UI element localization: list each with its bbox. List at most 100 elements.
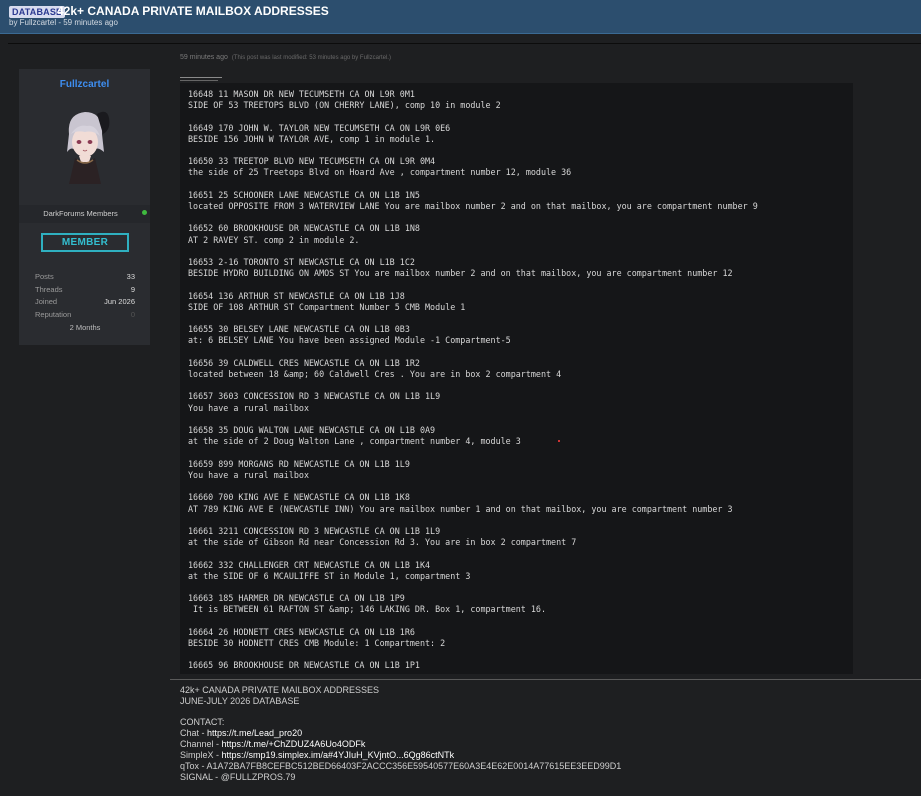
code-line: the side of 25 Treetops Blvd on Hoard Av… xyxy=(188,167,572,178)
contact-signal: SIGNAL - @FULLZPROS.79 xyxy=(180,772,621,783)
footer-title: 42k+ CANADA PRIVATE MAILBOX ADDRESSES xyxy=(180,685,379,695)
chat-link[interactable]: https://t.me/Lead_pro20 xyxy=(207,728,302,738)
contact-label: SimpleX - xyxy=(180,750,222,760)
simplex-link[interactable]: https://smp19.simplex.im/a#4YJIuH_KVjntO… xyxy=(222,750,455,760)
post-timestamp: 59 minutes ago (This post was last modifi… xyxy=(180,54,391,61)
contact-chat: Chat - https://t.me/Lead_pro20 xyxy=(180,728,621,739)
code-line: at the side of Gibson Rd near Concession… xyxy=(188,537,577,548)
author-panel: Fullzcartel DarkForums Members MEMBER Po… xyxy=(19,69,150,345)
contact-qtox: qTox - A1A72BA7FB8CEFBC512BED66403F2ACCC… xyxy=(180,761,621,772)
code-line: 16656 39 CALDWELL CRES NEWCASTLE CA ON L… xyxy=(188,357,420,368)
contact-label: SIGNAL - xyxy=(180,772,221,782)
post-footer: 42k+ CANADA PRIVATE MAILBOX ADDRESSES JU… xyxy=(180,685,621,783)
contact-label: Channel - xyxy=(180,739,222,749)
code-line: at: 6 BELSEY LANE You have been assigned… xyxy=(188,335,511,346)
stat-value[interactable]: 0 xyxy=(131,310,135,319)
code-line: 16661 3211 CONCESSION RD 3 NEWCASTLE CA … xyxy=(188,525,441,536)
code-line: 16650 33 TREETOP BLVD NEW TECUMSETH CA O… xyxy=(188,156,436,167)
contact-label: qTox - xyxy=(180,761,207,771)
contact-label: Chat - xyxy=(180,728,208,738)
post-divider xyxy=(170,679,921,680)
code-line: You have a rural mailbox xyxy=(188,469,310,480)
code-line: 16659 899 MORGANS RD NEWCASTLE CA ON L1B… xyxy=(188,458,410,469)
thread-byline: by Fullzcartel - 59 minutes ago xyxy=(9,18,118,27)
code-line: BESIDE HYDRO BUILDING ON AMOS ST You are… xyxy=(188,268,733,279)
online-status-icon xyxy=(142,210,147,215)
stat-label: Threads xyxy=(35,284,63,294)
footer-subtitle: JUNE-JULY 2026 DATABASE xyxy=(180,696,300,706)
code-line: 16654 136 ARTHUR ST NEWCASTLE CA ON L1B … xyxy=(188,290,405,301)
thread-title: 42k+ CANADA PRIVATE MAILBOX ADDRESSES xyxy=(57,4,329,18)
signal-id: @FULLZPROS.79 xyxy=(220,772,296,782)
contact-simplex: SimpleX - https://smp19.simplex.im/a#4YJ… xyxy=(180,750,621,761)
user-group: DarkForums Members xyxy=(43,209,118,218)
code-line: 16662 332 CHALLENGER CRT NEWCASTLE CA ON… xyxy=(188,559,431,570)
code-line: 16653 2-16 TORONTO ST NEWCASTLE CA ON L1… xyxy=(188,257,415,268)
stat-value: Jun 2026 xyxy=(104,297,135,306)
contact-channel: Channel - https://t.me/+ChZDUZ4A6Uo4ODFk xyxy=(180,739,621,750)
code-line: 16660 700 KING AVE E NEWCASTLE CA ON L1B… xyxy=(188,492,410,503)
channel-link[interactable]: https://t.me/+ChZDUZ4A6Uo4ODFk xyxy=(222,739,366,749)
membership-duration: 2 Months xyxy=(69,323,101,332)
code-line: It is BETWEEN 61 RAFTON ST &amp; 146 LAK… xyxy=(188,604,546,615)
code-line: SIDE OF 108 ARTHUR ST Compartment Number… xyxy=(188,301,466,312)
code-line: 16652 60 BROOKHOUSE DR NEWCASTLE CA ON L… xyxy=(188,223,420,234)
author-username[interactable]: Fullzcartel xyxy=(19,79,150,90)
code-line: 16651 25 SCHOONER LANE NEWCASTLE CA ON L… xyxy=(188,189,420,200)
cursor-dot xyxy=(558,440,560,442)
code-line: 16663 185 HARMER DR NEWCASTLE CA ON L1B … xyxy=(188,593,405,604)
code-block[interactable]: 16648 11 MASON DR NEW TECUMSETH CA ON L9… xyxy=(180,83,853,674)
code-line: 16648 11 MASON DR NEW TECUMSETH CA ON L9… xyxy=(188,89,415,99)
stat-value[interactable]: 33 xyxy=(127,272,135,281)
qtox-id: A1A72BA7FB8CEFBC512BED66403F2ACCC356E595… xyxy=(206,761,622,771)
author-stats: Posts 33 Threads 9 Joined Jun 2026 Reput… xyxy=(35,272,135,335)
code-line: AT 789 KING AVE E (NEWCASTLE INN) You ar… xyxy=(188,503,733,514)
stat-posts: Posts 33 xyxy=(35,272,135,285)
code-line: SIDE OF 53 TREETOPS BLVD (ON CHERRY LANE… xyxy=(188,100,501,111)
code-line: at the side of 2 Doug Walton Lane , comp… xyxy=(188,436,521,447)
rank-badge: MEMBER xyxy=(41,233,129,252)
code-line: 16657 3603 CONCESSION RD 3 NEWCASTLE CA … xyxy=(188,391,441,402)
code-line: 16658 35 DOUG WALTON LANE NEWCASTLE CA O… xyxy=(188,425,436,436)
code-line: You have a rural mailbox xyxy=(188,402,310,413)
stat-reputation: Reputation 0 xyxy=(35,310,135,323)
contact-heading: CONTACT: xyxy=(180,717,225,727)
code-line: BESIDE 30 HODNETT CRES CMB Module: 1 Com… xyxy=(188,637,446,648)
stat-value[interactable]: 9 xyxy=(131,285,135,294)
stat-label: Reputation xyxy=(35,309,72,319)
code-line: 16649 170 JOHN W. TAYLOR NEW TECUMSETH C… xyxy=(188,122,451,133)
post-modified-note: (This post was last modified: 53 minutes… xyxy=(231,55,391,61)
hidden-content-marker xyxy=(180,77,222,81)
divider xyxy=(8,43,921,44)
code-line: 16665 96 BROOKHOUSE DR NEWCASTLE CA ON L… xyxy=(188,660,420,671)
code-line: BESIDE 156 JOHN W TAYLOR AVE, comp 1 in … xyxy=(188,133,436,144)
post-time: 59 minutes ago xyxy=(180,54,228,61)
author-avatar[interactable] xyxy=(55,104,115,184)
code-line: AT 2 RAVEY ST. comp 2 in module 2. xyxy=(188,234,360,245)
code-line: located between 18 &amp; 60 Caldwell Cre… xyxy=(188,369,562,380)
code-line: at the SIDE OF 6 MCAULIFFE ST in Module … xyxy=(188,570,471,581)
thread-header: DATABASE 42k+ CANADA PRIVATE MAILBOX ADD… xyxy=(0,0,921,34)
stat-joined: Joined Jun 2026 xyxy=(35,297,135,310)
user-group-bar: DarkForums Members xyxy=(19,205,150,223)
stat-label: Joined xyxy=(35,297,58,306)
stat-label: Posts xyxy=(35,272,54,281)
stat-threads: Threads 9 xyxy=(35,285,135,298)
code-line: located OPPOSITE FROM 3 WATERVIEW LANE Y… xyxy=(188,201,758,212)
code-line: 16655 30 BELSEY LANE NEWCASTLE CA ON L1B… xyxy=(188,324,410,335)
